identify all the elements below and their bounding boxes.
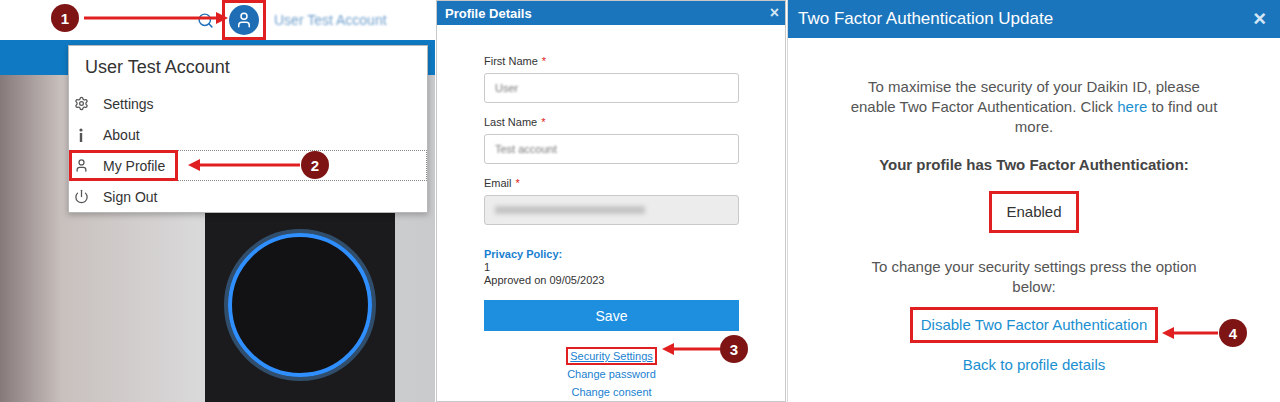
input-value: User [495, 82, 518, 94]
status-label: Your profile has Two Factor Authenticati… [879, 155, 1189, 175]
user-icon [74, 158, 89, 173]
menu-item[interactable]: Sign Out [69, 181, 427, 212]
dialog-title: Profile Details [445, 6, 532, 21]
gear-icon [74, 96, 89, 111]
thermostat-ring-icon [220, 225, 380, 385]
profile-link[interactable]: Change consent [567, 383, 655, 401]
close-button[interactable]: × [1253, 6, 1266, 32]
profile-link[interactable]: Security Settings [566, 347, 657, 365]
annotation-arrow [84, 10, 228, 26]
blurred-value [495, 206, 645, 214]
profile-links: Security SettingsChange passwordChange c… [484, 347, 739, 401]
form-field: Email* [484, 175, 739, 225]
dialog-header: Profile Details × [437, 1, 785, 25]
info-icon [78, 128, 84, 142]
menu-item-label: My Profile [103, 158, 165, 174]
account-name: User Test Account [274, 12, 387, 28]
menu-item[interactable]: Settings [69, 88, 427, 119]
annotation-arrow [1162, 325, 1218, 341]
required-mark: * [542, 55, 546, 67]
status-value: Enabled [989, 191, 1078, 233]
menu-item-label: Settings [103, 96, 154, 112]
search-icon[interactable] [197, 12, 214, 29]
avatar-button[interactable] [222, 0, 266, 40]
dialog-header: Two Factor Authentication Update × [788, 0, 1280, 38]
privacy-version: 1 [484, 261, 739, 274]
menu-item-content[interactable]: My Profile [69, 150, 178, 181]
action-link[interactable]: Disable Two Factor Authentication [910, 307, 1159, 343]
input-value: Test account [495, 143, 557, 155]
menu-item-content[interactable]: About [69, 119, 153, 150]
menu-item-icon [73, 96, 89, 112]
menu-item[interactable]: About [69, 119, 427, 150]
text-input[interactable]: User [484, 73, 739, 103]
text-input[interactable]: Test account [484, 134, 739, 164]
annotation-arrow [662, 341, 720, 357]
more-info-link[interactable]: here [1117, 98, 1147, 115]
menu-item-label: Sign Out [103, 189, 157, 205]
menu-item-icon [73, 127, 89, 143]
menu-item-label: About [103, 127, 140, 143]
avatar[interactable] [229, 5, 259, 35]
required-mark: * [541, 116, 545, 128]
account-menu: User Test Account Settings About My Profile… [68, 45, 428, 213]
step-marker: 1 [51, 4, 79, 32]
hint-text: To change your security settings press t… [854, 257, 1214, 297]
step-marker: 3 [720, 335, 748, 363]
privacy-approved: Approved on 09/05/2023 [484, 274, 739, 287]
intro-text: To maximise the security of your Daikin … [848, 77, 1220, 137]
annotation-arrow [188, 157, 300, 173]
menu-item-content[interactable]: Sign Out [69, 181, 170, 212]
two-factor-body: To maximise the security of your Daikin … [788, 38, 1280, 383]
privacy-info: Privacy Policy:1Approved on 09/05/2023 [484, 248, 739, 287]
close-button[interactable]: × [770, 4, 779, 22]
menu-item-content[interactable]: Settings [69, 88, 167, 119]
privacy-label[interactable]: Privacy Policy: [484, 248, 739, 261]
profile-dialog: Profile Details × First Name* User Last Name… [436, 0, 786, 402]
dialog-title: Two Factor Authentication Update [798, 9, 1053, 29]
text-input [484, 195, 739, 225]
screenshot-collage: User Test Account User Test Account Settin… [0, 0, 1280, 402]
profile-link[interactable]: Change password [563, 365, 660, 383]
thermostat [205, 195, 395, 402]
two-factor-dialog: Two Factor Authentication Update × To maxi… [787, 0, 1280, 402]
step-marker: 4 [1219, 319, 1247, 347]
action-link[interactable]: Back to profile details [952, 347, 1117, 383]
menu-item-icon [73, 189, 89, 205]
form-field: First Name* User [484, 53, 739, 103]
menu-title: User Test Account [69, 46, 427, 88]
power-icon [74, 189, 89, 204]
form-field: Last Name* Test account [484, 114, 739, 164]
field-label: First Name* [484, 53, 739, 69]
field-label: Last Name* [484, 114, 739, 130]
required-mark: * [516, 177, 520, 189]
field-label: Email* [484, 175, 739, 191]
menu-item-icon [73, 158, 89, 174]
app-panel: User Test Account User Test Account Settin… [0, 0, 435, 402]
save-button[interactable]: Save [484, 300, 739, 331]
user-icon [235, 11, 253, 29]
step-marker: 2 [301, 151, 329, 179]
